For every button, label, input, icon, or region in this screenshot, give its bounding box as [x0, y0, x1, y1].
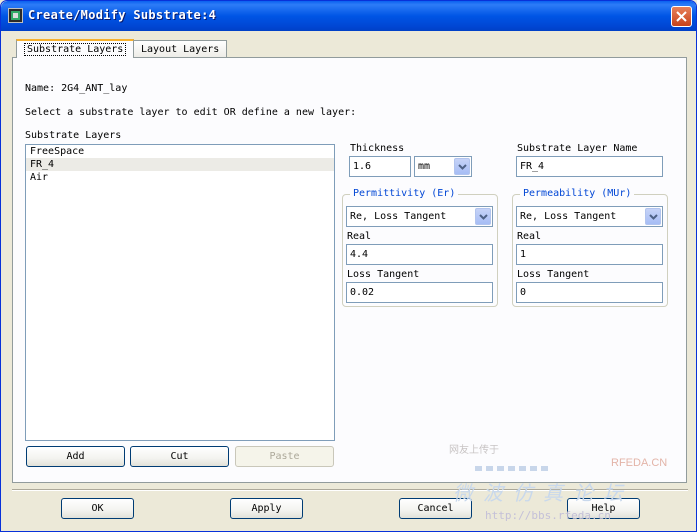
thickness-label: Thickness [350, 143, 405, 154]
tab-substrate-layers[interactable]: Substrate Layers [16, 39, 135, 58]
tab-layout-layers[interactable]: Layout Layers [133, 40, 228, 58]
window-title: Create/Modify Substrate:4 [28, 8, 217, 22]
list-item[interactable]: FR_4 [26, 158, 334, 171]
permeability-real-label: Real [517, 231, 542, 242]
help-button[interactable]: Help [567, 498, 640, 519]
tab-label: Substrate Layers [24, 43, 127, 56]
substrate-layers-label: Substrate Layers [25, 130, 122, 141]
list-item[interactable]: Air [26, 171, 334, 184]
cancel-button[interactable]: Cancel [399, 498, 472, 519]
thickness-input[interactable]: 1.6 [349, 156, 411, 177]
permittivity-title: Permittivity (Er) [350, 188, 459, 199]
layer-name-input[interactable]: FR_4 [516, 156, 663, 177]
list-item[interactable]: FreeSpace [26, 145, 334, 158]
close-icon [676, 11, 687, 22]
cut-button[interactable]: Cut [130, 446, 229, 467]
permeability-loss-label: Loss Tangent [517, 269, 590, 280]
title-bar[interactable]: Create/Modify Substrate:4 [1, 1, 696, 31]
permittivity-model-select[interactable]: Re, Loss Tangent [346, 206, 493, 227]
permittivity-loss-input[interactable]: 0.02 [346, 282, 493, 303]
substrate-name-label: Name: 2G4_ANT_lay [25, 83, 128, 94]
permeability-loss-input[interactable]: 0 [516, 282, 663, 303]
add-button[interactable]: Add [26, 446, 125, 467]
permittivity-real-input[interactable]: 4.4 [346, 244, 493, 265]
ok-button[interactable]: OK [61, 498, 134, 519]
instruction-text: Select a substrate layer to edit OR defi… [25, 107, 357, 118]
paste-button[interactable]: Paste [235, 446, 334, 467]
permeability-real-input[interactable]: 1 [516, 244, 663, 265]
footer-divider [12, 489, 688, 491]
apply-button[interactable]: Apply [230, 498, 303, 519]
chevron-down-icon[interactable] [475, 208, 491, 225]
permeability-title: Permeability (MUr) [520, 188, 635, 199]
substrate-layers-list[interactable]: FreeSpace FR_4 Air [25, 144, 335, 441]
chevron-down-icon[interactable] [645, 208, 661, 225]
permittivity-loss-label: Loss Tangent [347, 269, 420, 280]
select-value: Re, Loss Tangent [520, 211, 617, 222]
thickness-unit-select[interactable]: mm [414, 156, 472, 177]
select-value: mm [418, 161, 431, 172]
layer-name-label: Substrate Layer Name [517, 143, 638, 154]
tab-label: Layout Layers [141, 44, 220, 55]
permeability-model-select[interactable]: Re, Loss Tangent [516, 206, 663, 227]
permittivity-real-label: Real [347, 231, 372, 242]
select-value: Re, Loss Tangent [350, 211, 447, 222]
chevron-down-icon[interactable] [454, 158, 470, 175]
close-button[interactable] [671, 6, 692, 27]
dialog-window: Create/Modify Substrate:4 Substrate Laye… [0, 0, 697, 532]
app-icon [8, 8, 23, 23]
